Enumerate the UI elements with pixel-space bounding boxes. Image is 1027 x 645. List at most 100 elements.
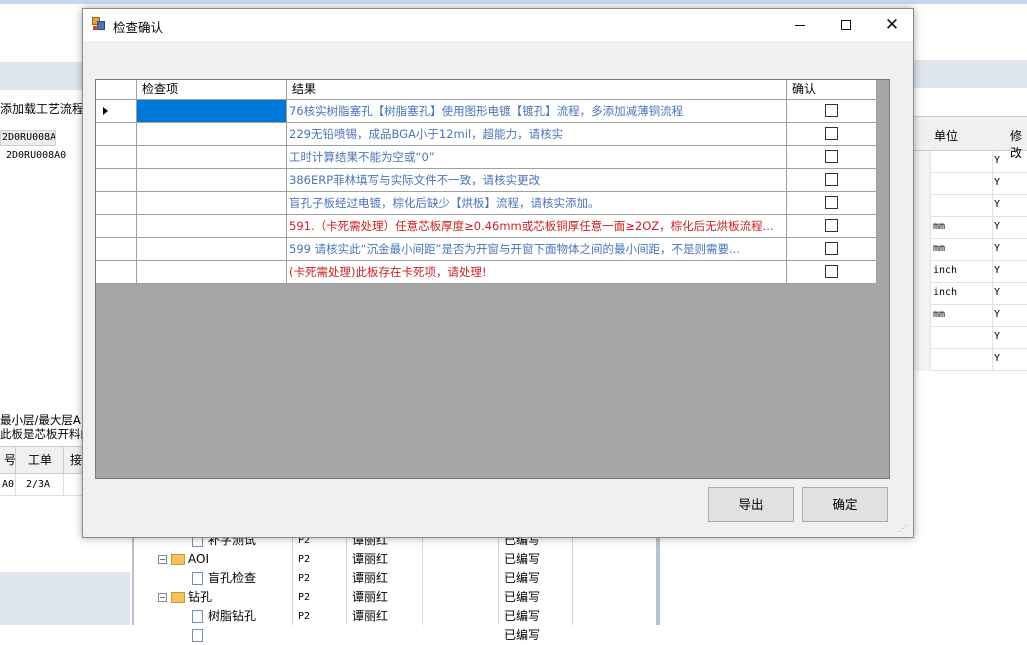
row-header[interactable] [96, 192, 137, 214]
right-grid-row-header[interactable] [912, 349, 930, 371]
check-row[interactable]: 599 请核实此“沉金最小间距”是否为开窗与开窗下面物体之间的最小间距，不是则需… [96, 238, 877, 261]
check-item-cell[interactable] [137, 192, 287, 214]
column-header-result[interactable]: 结果 [287, 80, 787, 100]
check-row[interactable]: 盲孔子板经过电镀，棕化后缺少【烘板】流程，请核实添加。 [96, 192, 877, 215]
right-grid-header-unit[interactable]: 单位 [934, 127, 958, 144]
left-panel-footer [0, 572, 130, 625]
check-row[interactable]: 591.（卡死需处理）任意芯板厚度≥0.46mm或芯板铜厚任意一面≥2OZ，棕化… [96, 215, 877, 238]
row-header[interactable] [96, 100, 137, 122]
row-header-corner [96, 80, 137, 100]
process-code: P2 [298, 554, 311, 565]
document-icon [192, 610, 203, 623]
right-grid-row-header[interactable] [912, 151, 930, 173]
left-message-line-2: 此板是芯板开料的 [0, 427, 84, 441]
check-result-cell[interactable]: (卡死需处理)此板存在卡死项，请处理! [287, 261, 787, 283]
left-tree-item[interactable]: 2D0RU008A0 [6, 150, 66, 161]
check-item-cell[interactable] [137, 146, 287, 168]
row-header[interactable] [96, 238, 137, 260]
process-node: − AOI [158, 550, 209, 569]
process-node-label: AOI [188, 552, 209, 566]
splitter[interactable] [656, 537, 660, 625]
right-grid-row-header[interactable] [912, 261, 930, 283]
check-row[interactable]: (卡死需处理)此板存在卡死项，请处理! [96, 261, 877, 284]
resize-grip-icon[interactable]: ⋰ [899, 523, 911, 535]
check-item-cell[interactable] [137, 215, 287, 237]
right-grid-divider [930, 239, 931, 261]
process-node: 盲孔检查 [192, 569, 256, 588]
right-grid-row-header[interactable] [912, 173, 930, 195]
process-tree-row[interactable]: 树脂钻孔 P2 谭丽红 已编写 [134, 607, 634, 626]
confirm-checkbox[interactable] [825, 242, 838, 255]
right-grid-row[interactable]: inch Y [912, 283, 1027, 305]
check-result-cell[interactable]: 盲孔子板经过电镀，棕化后缺少【烘板】流程，请核实添加。 [287, 192, 787, 214]
left-part-tag[interactable]: 2D0RU008A0 [0, 130, 56, 146]
right-grid-row[interactable]: inch Y [912, 261, 1027, 283]
row-header[interactable] [96, 169, 137, 191]
check-row[interactable]: 工时计算结果不能为空或“0” [96, 146, 877, 169]
confirm-checkbox[interactable] [825, 104, 838, 117]
left-grid-header-cell[interactable]: 工单 [16, 447, 64, 473]
check-item-cell[interactable] [137, 238, 287, 260]
check-result-cell[interactable]: 工时计算结果不能为空或“0” [287, 146, 787, 168]
confirm-checkbox[interactable] [825, 150, 838, 163]
process-node-label: 钻孔 [188, 590, 213, 604]
right-grid-row[interactable]: Y [912, 327, 1027, 349]
right-grid-row-header[interactable] [912, 327, 930, 349]
right-grid-flag: Y [994, 243, 1001, 254]
right-grid-row[interactable]: Y [912, 195, 1027, 217]
right-grid-flag: Y [994, 221, 1001, 232]
ok-button[interactable]: 确定 [802, 487, 888, 522]
row-header[interactable] [96, 215, 137, 237]
right-grid-row-header[interactable] [912, 239, 930, 261]
process-tree-row[interactable]: 已编写 [134, 626, 634, 645]
right-grid-row[interactable]: Y [912, 173, 1027, 195]
process-tree-row[interactable]: 盲孔检查 P2 谭丽红 已编写 [134, 569, 634, 588]
right-grid-row-header[interactable] [912, 217, 930, 239]
check-row[interactable]: 386ERP菲林填写与实际文件不一致，请核实更改 [96, 169, 877, 192]
process-tree-row[interactable]: − AOI P2 谭丽红 已编写 [134, 550, 634, 569]
left-panel-lower [0, 536, 130, 572]
right-grid-row[interactable]: Y [912, 349, 1027, 371]
tree-collapse-icon[interactable]: − [158, 593, 167, 602]
right-grid-row-header[interactable] [912, 305, 930, 327]
check-result-cell[interactable]: 76核实树脂塞孔【树脂塞孔】使用图形电镀【镀孔】流程，多添加减薄铜流程 [287, 100, 787, 122]
check-row[interactable]: 229无铅喷锡，成品BGA小于12mil，超能力，请核实 [96, 123, 877, 146]
check-result-cell[interactable]: 599 请核实此“沉金最小间距”是否为开窗与开窗下面物体之间的最小间距，不是则需… [287, 238, 787, 260]
right-grid-row[interactable]: mm Y [912, 217, 1027, 239]
check-item-cell[interactable] [137, 100, 287, 122]
right-grid-row[interactable]: mm Y [912, 305, 1027, 327]
process-tree-row[interactable]: − 钻孔 P2 谭丽红 已编写 [134, 588, 634, 607]
dialog-titlebar[interactable]: 检查确认 ✕ [83, 9, 913, 41]
check-result-cell[interactable]: 229无铅喷锡，成品BGA小于12mil，超能力，请核实 [287, 123, 787, 145]
left-grid-row[interactable]: A0 2/3A [0, 474, 84, 496]
check-row[interactable]: 76核实树脂塞孔【树脂塞孔】使用图形电镀【镀孔】流程，多添加减薄铜流程 [96, 100, 877, 123]
row-header[interactable] [96, 123, 137, 145]
right-grid-divider [930, 195, 931, 217]
confirm-checkbox[interactable] [825, 127, 838, 140]
minimize-button[interactable] [777, 9, 823, 41]
check-item-cell[interactable] [137, 123, 287, 145]
confirm-checkbox[interactable] [825, 173, 838, 186]
minimize-icon [795, 24, 805, 26]
check-result-cell[interactable]: 386ERP菲林填写与实际文件不一致，请核实更改 [287, 169, 787, 191]
row-header[interactable] [96, 146, 137, 168]
confirm-checkbox[interactable] [825, 219, 838, 232]
check-result-cell[interactable]: 591.（卡死需处理）任意芯板厚度≥0.46mm或芯板铜厚任意一面≥2OZ，棕化… [287, 215, 787, 237]
right-grid-row-header[interactable] [912, 283, 930, 305]
export-button[interactable]: 导出 [708, 487, 794, 522]
check-item-cell[interactable] [137, 169, 287, 191]
column-header-item[interactable]: 检查项 [137, 80, 287, 100]
right-grid-row[interactable]: mm Y [912, 239, 1027, 261]
row-header[interactable] [96, 261, 137, 283]
maximize-button[interactable] [823, 9, 869, 41]
left-grid-header-cell[interactable]: 接 [64, 447, 84, 473]
close-button[interactable]: ✕ [869, 9, 915, 41]
confirm-checkbox[interactable] [825, 196, 838, 209]
right-grid-row-header[interactable] [912, 195, 930, 217]
check-item-cell[interactable] [137, 261, 287, 283]
right-grid-row[interactable]: Y [912, 151, 1027, 173]
column-header-confirm[interactable]: 确认 [787, 80, 877, 100]
confirm-checkbox[interactable] [825, 265, 838, 278]
tree-collapse-icon[interactable]: − [158, 555, 167, 564]
left-grid-header-cell[interactable]: 号 [0, 447, 16, 473]
